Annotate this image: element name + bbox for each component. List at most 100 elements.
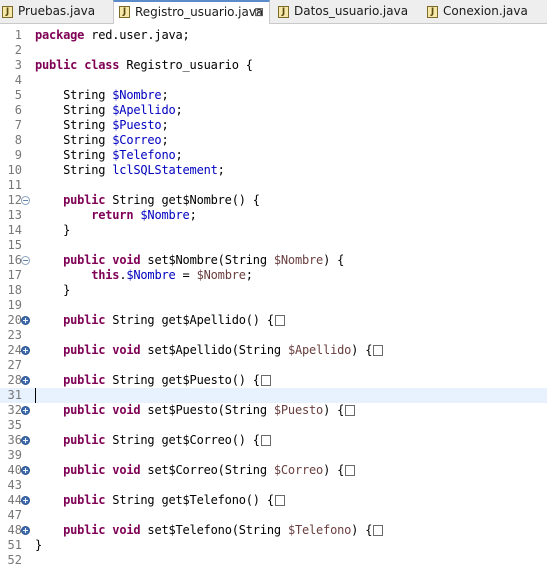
expand-fold-icon[interactable]: + [21, 316, 30, 325]
collapse-fold-icon[interactable]: − [21, 256, 30, 265]
code-line[interactable]: 31 [0, 388, 547, 403]
code-token: String get$Correo() { [105, 433, 260, 447]
expand-fold-icon[interactable]: + [21, 436, 30, 445]
line-number: 20 [7, 313, 22, 327]
code-line[interactable]: 5 String $Nombre; [0, 88, 547, 103]
code-line[interactable]: 11 [0, 178, 547, 193]
folded-code-icon[interactable] [274, 315, 285, 326]
code-line[interactable]: 24 + public void set$Apellido(String $Ape… [0, 343, 547, 358]
code-text: String $Apellido; [35, 103, 183, 118]
code-line[interactable]: 14 } [0, 223, 547, 238]
keyword: public [63, 403, 106, 417]
code-line[interactable]: 4 [0, 73, 547, 88]
parameter-name: $Nombre [196, 268, 246, 282]
code-token: set$Apellido(String [140, 343, 288, 357]
line-number: 40 [7, 463, 22, 477]
code-text: public String get$Apellido() { [35, 313, 285, 328]
code-text: public String get$Puesto() { [35, 373, 271, 388]
line-number: 44 [7, 493, 22, 507]
collapse-fold-icon[interactable]: − [21, 196, 30, 205]
code-token: ) { [351, 523, 373, 537]
code-text: public void set$Apellido(String $Apellid… [35, 343, 384, 358]
expand-fold-icon[interactable]: + [21, 526, 30, 535]
code-line[interactable]: 1 package red.user.java; [0, 28, 547, 43]
code-line[interactable]: 3 public class Registro_usuario { [0, 58, 547, 73]
folded-code-icon[interactable] [345, 405, 356, 416]
code-token: ; [161, 118, 169, 132]
code-line[interactable]: 20 + public String get$Apellido() { [0, 313, 547, 328]
code-text: } [35, 283, 70, 298]
code-token: ) { [351, 343, 373, 357]
line-number: 32 [7, 403, 22, 417]
code-line[interactable]: 27 [0, 358, 547, 373]
tab-label: Datos_usuario.java [294, 4, 409, 18]
field-name: $Correo [112, 133, 162, 147]
keyword: public [35, 58, 78, 72]
code-line[interactable]: 19 [0, 298, 547, 313]
code-line[interactable]: 48 + public void set$Telefono(String $Tel… [0, 523, 547, 538]
code-line[interactable]: 23 [0, 328, 547, 343]
expand-fold-icon[interactable]: + [21, 346, 30, 355]
line-number: 11 [7, 178, 22, 192]
code-line[interactable]: 15 [0, 238, 547, 253]
code-editor[interactable]: 1 package red.user.java; 2 3 public class Re… [0, 25, 547, 570]
code-line[interactable]: 13 return $Nombre; [0, 208, 547, 223]
code-line[interactable]: 28 + public String get$Puesto() { [0, 373, 547, 388]
code-line[interactable]: 44 + public String get$Telefono() { [0, 493, 547, 508]
expand-fold-icon[interactable]: + [21, 376, 30, 385]
line-number: 35 [7, 418, 22, 432]
code-line[interactable]: 51} [0, 538, 547, 553]
code-token: ; [217, 163, 225, 177]
folded-code-icon[interactable] [373, 525, 384, 536]
line-number: 24 [7, 343, 22, 357]
code-line[interactable]: 10 String lclSQLStatement; [0, 163, 547, 178]
code-line[interactable]: 39 [0, 448, 547, 463]
code-line[interactable]: 9 String $Telefono; [0, 148, 547, 163]
line-number: 43 [7, 478, 22, 492]
line-number: 5 [14, 88, 22, 102]
code-line[interactable]: 8 String $Correo; [0, 133, 547, 148]
keyword: public [63, 463, 106, 477]
close-icon[interactable]: ⊠ [254, 2, 264, 23]
code-line[interactable]: 35 [0, 418, 547, 433]
code-line[interactable]: 17 this.$Nombre = $Nombre; [0, 268, 547, 283]
code-text: public void set$Correo(String $Correo) { [35, 463, 356, 478]
text-caret [35, 388, 36, 403]
line-number: 52 [7, 553, 22, 567]
line-number: 17 [7, 268, 22, 282]
parameter-name: $Correo [273, 463, 324, 477]
code-line[interactable]: 40 + public void set$Correo(String $Corre… [0, 463, 547, 478]
tab-conexion[interactable]: J Conexion.java [427, 0, 545, 24]
code-token: ; [175, 103, 183, 117]
code-line[interactable]: 18 } [0, 283, 547, 298]
code-text: public String get$Telefono() { [35, 493, 285, 508]
expand-fold-icon[interactable]: + [21, 496, 30, 505]
code-line[interactable]: 47 [0, 508, 547, 523]
expand-fold-icon[interactable]: + [21, 406, 30, 415]
folded-code-icon[interactable] [260, 375, 271, 386]
code-line[interactable]: 6 String $Apellido; [0, 103, 547, 118]
folded-code-icon[interactable] [345, 465, 356, 476]
code-line[interactable]: 12− public String get$Nombre() { [0, 193, 547, 208]
folded-code-icon[interactable] [260, 435, 271, 446]
folded-code-icon[interactable] [373, 345, 384, 356]
code-text: public String get$Correo() { [35, 433, 271, 448]
keyword: package [35, 28, 85, 42]
tab-datos-usuario[interactable]: J Datos_usuario.java [278, 0, 418, 24]
code-line[interactable]: 52 [0, 553, 547, 568]
line-number: 18 [7, 283, 22, 297]
code-line[interactable]: 16− public void set$Nombre(String $Nombr… [0, 253, 547, 268]
tab-registro-usuario[interactable]: J Registro_usuario.java ⊠ [113, 0, 270, 24]
code-line[interactable]: 32 + public void set$Puesto(String $Puest… [0, 403, 547, 418]
tab-pruebas[interactable]: J Pruebas.java [2, 0, 112, 24]
code-line[interactable]: 36 + public String get$Correo() { [0, 433, 547, 448]
code-token: } [35, 283, 71, 297]
code-line[interactable]: 43 [0, 478, 547, 493]
expand-fold-icon[interactable]: + [21, 466, 30, 475]
folded-code-icon[interactable] [274, 495, 285, 506]
code-line[interactable]: 7 String $Puesto; [0, 118, 547, 133]
code-line[interactable]: 2 [0, 43, 547, 58]
